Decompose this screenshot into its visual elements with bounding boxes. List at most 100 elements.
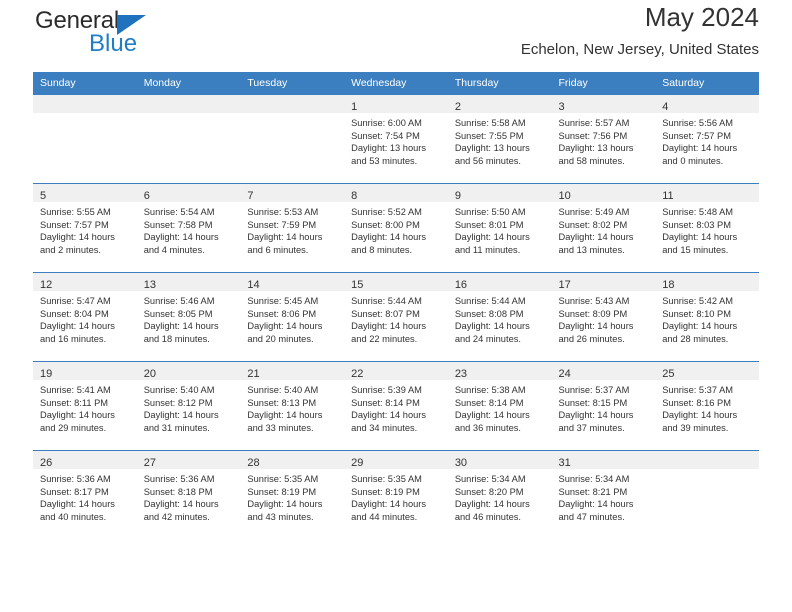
calendar-day-cell[interactable]: 29 Sunrise: 5:35 AM Sunset: 8:19 PM Dayligh… <box>344 450 448 540</box>
sunrise-time: Sunrise: 5:53 AM <box>247 207 319 217</box>
day-number: 17 <box>558 279 571 291</box>
day-number-band: 16 <box>447 273 552 291</box>
calendar-day-cell[interactable]: 22 Sunrise: 5:39 AM Sunset: 8:14 PM Dayligh… <box>344 361 448 451</box>
weekday-header-wednesday: Wednesday <box>351 77 407 89</box>
calendar-day-cell-empty <box>655 450 759 540</box>
daylight-duration-line1: Daylight: 14 hours <box>662 143 738 154</box>
calendar-day-cell[interactable]: 28 Sunrise: 5:35 AM Sunset: 8:19 PM Dayligh… <box>240 450 345 540</box>
sunset-time: Sunset: 8:09 PM <box>558 308 628 319</box>
daylight-duration-line2: and 28 minutes. <box>662 333 729 344</box>
day-number: 26 <box>40 457 53 469</box>
daylight-duration-line2: and 29 minutes. <box>40 422 107 433</box>
calendar-day-cell[interactable]: 26 Sunrise: 5:36 AM Sunset: 8:17 PM Dayligh… <box>33 450 137 540</box>
calendar-day-cell[interactable]: 21 Sunrise: 5:40 AM Sunset: 8:13 PM Dayligh… <box>240 361 345 451</box>
calendar-page: General Blue May 2024 Echelon, New Jerse… <box>0 0 792 612</box>
sunrise-time: Sunrise: 5:41 AM <box>40 385 111 395</box>
calendar-day-cell-empty <box>240 94 345 184</box>
day-details: Sunrise: 5:37 AM Sunset: 8:15 PM Daylight:… <box>552 380 656 434</box>
calendar-day-cell[interactable]: 19 Sunrise: 5:41 AM Sunset: 8:11 PM Dayligh… <box>33 361 137 451</box>
logo-text-blue: Blue <box>89 30 138 57</box>
calendar-day-cell-empty <box>136 94 241 184</box>
calendar-day-cell[interactable]: 14 Sunrise: 5:45 AM Sunset: 8:06 PM Dayligh… <box>240 272 345 362</box>
daylight-duration-line2: and 11 minutes. <box>454 244 521 255</box>
day-details: Sunrise: 5:45 AM Sunset: 8:06 PM Daylight:… <box>240 291 344 345</box>
calendar-day-cell[interactable]: 11 Sunrise: 5:48 AM Sunset: 8:03 PM Dayligh… <box>655 183 759 273</box>
day-details: Sunrise: 5:36 AM Sunset: 8:17 PM Daylight:… <box>33 469 137 523</box>
general-blue-logo[interactable]: General Blue <box>33 8 253 66</box>
calendar-day-cell[interactable]: 7 Sunrise: 5:53 AM Sunset: 7:59 PM Daylight… <box>240 183 345 273</box>
calendar-day-cell[interactable]: 30 Sunrise: 5:34 AM Sunset: 8:20 PM Dayligh… <box>447 450 552 540</box>
daylight-duration-line2: and 13 minutes. <box>558 244 625 255</box>
day-number-band: 8 <box>344 184 448 202</box>
day-number: 28 <box>247 457 260 469</box>
daylight-duration-line2: and 20 minutes. <box>247 333 314 344</box>
calendar-day-cell[interactable]: 16 Sunrise: 5:44 AM Sunset: 8:08 PM Dayligh… <box>447 272 552 362</box>
sunset-time: Sunset: 8:18 PM <box>143 486 213 497</box>
daylight-duration-line2: and 31 minutes. <box>143 422 210 433</box>
daylight-duration-line2: and 56 minutes. <box>454 155 521 166</box>
calendar-day-cell[interactable]: 6 Sunrise: 5:54 AM Sunset: 7:58 PM Daylight… <box>136 183 241 273</box>
daylight-duration-line1: Daylight: 13 hours <box>558 143 634 154</box>
calendar-day-cell[interactable]: 9 Sunrise: 5:50 AM Sunset: 8:01 PM Daylight… <box>447 183 552 273</box>
day-details: Sunrise: 5:55 AM Sunset: 7:57 PM Daylight:… <box>33 202 137 256</box>
day-details: Sunrise: 5:39 AM Sunset: 8:14 PM Daylight:… <box>344 380 448 434</box>
sunrise-time: Sunrise: 5:37 AM <box>558 385 630 395</box>
day-number-band: 27 <box>136 451 241 469</box>
calendar-day-cell[interactable]: 8 Sunrise: 5:52 AM Sunset: 8:00 PM Daylight… <box>344 183 448 273</box>
daylight-duration-line1: Daylight: 14 hours <box>247 232 323 243</box>
weekday-header-sunday: Sunday <box>40 77 76 89</box>
day-number-band <box>136 95 241 113</box>
sunrise-time: Sunrise: 5:44 AM <box>454 296 526 306</box>
calendar-day-cell[interactable]: 24 Sunrise: 5:37 AM Sunset: 8:15 PM Dayligh… <box>551 361 656 451</box>
calendar-day-cell[interactable]: 23 Sunrise: 5:38 AM Sunset: 8:14 PM Dayligh… <box>447 361 552 451</box>
calendar-day-cell[interactable]: 2 Sunrise: 5:58 AM Sunset: 7:55 PM Daylight… <box>447 94 552 184</box>
calendar-day-cell[interactable]: 20 Sunrise: 5:40 AM Sunset: 8:12 PM Dayligh… <box>136 361 241 451</box>
daylight-duration-line1: Daylight: 14 hours <box>558 232 634 243</box>
day-number-band: 12 <box>33 273 137 291</box>
calendar-day-cell[interactable]: 13 Sunrise: 5:46 AM Sunset: 8:05 PM Dayligh… <box>136 272 241 362</box>
day-number-band: 10 <box>551 184 656 202</box>
calendar-day-cell[interactable]: 10 Sunrise: 5:49 AM Sunset: 8:02 PM Dayligh… <box>551 183 656 273</box>
calendar-day-cell[interactable]: 3 Sunrise: 5:57 AM Sunset: 7:56 PM Daylight… <box>551 94 656 184</box>
day-number-band: 5 <box>33 184 137 202</box>
calendar-day-cell[interactable]: 12 Sunrise: 5:47 AM Sunset: 8:04 PM Dayligh… <box>33 272 137 362</box>
calendar-day-cell[interactable]: 4 Sunrise: 5:56 AM Sunset: 7:57 PM Daylight… <box>655 94 759 184</box>
weekday-header-thursday: Thursday <box>454 77 499 89</box>
sunset-time: Sunset: 7:58 PM <box>143 219 213 230</box>
day-details: Sunrise: 5:57 AM Sunset: 7:56 PM Daylight:… <box>552 113 656 167</box>
day-details: Sunrise: 6:00 AM Sunset: 7:54 PM Daylight:… <box>344 113 448 167</box>
daylight-duration-line1: Daylight: 14 hours <box>247 321 323 332</box>
calendar-day-cell[interactable]: 15 Sunrise: 5:44 AM Sunset: 8:07 PM Dayligh… <box>344 272 448 362</box>
sunrise-time: Sunrise: 5:35 AM <box>351 474 422 484</box>
daylight-duration-line2: and 44 minutes. <box>351 511 418 522</box>
daylight-duration-line1: Daylight: 14 hours <box>662 232 738 243</box>
sunset-time: Sunset: 8:19 PM <box>247 486 317 497</box>
sunrise-time: Sunrise: 5:55 AM <box>40 207 111 217</box>
daylight-duration-line1: Daylight: 14 hours <box>143 232 219 243</box>
sunset-time: Sunset: 8:04 PM <box>40 308 109 319</box>
daylight-duration-line1: Daylight: 14 hours <box>454 410 530 421</box>
calendar-day-cell[interactable]: 5 Sunrise: 5:55 AM Sunset: 7:57 PM Daylight… <box>33 183 137 273</box>
day-number-band: 25 <box>655 362 759 380</box>
day-number: 6 <box>143 190 150 202</box>
sunrise-time: Sunrise: 5:49 AM <box>558 207 630 217</box>
day-number: 14 <box>247 279 260 291</box>
calendar-day-cell[interactable]: 31 Sunrise: 5:34 AM Sunset: 8:21 PM Dayligh… <box>551 450 656 540</box>
calendar-day-cell[interactable]: 1 Sunrise: 6:00 AM Sunset: 7:54 PM Daylight… <box>344 94 448 184</box>
sunset-time: Sunset: 8:19 PM <box>351 486 420 497</box>
calendar-week-row: 26 Sunrise: 5:36 AM Sunset: 8:17 PM Dayligh… <box>33 450 759 540</box>
daylight-duration-line1: Daylight: 13 hours <box>454 143 530 154</box>
calendar-day-cell[interactable]: 17 Sunrise: 5:43 AM Sunset: 8:09 PM Dayligh… <box>551 272 656 362</box>
daylight-duration-line2: and 0 minutes. <box>662 155 724 166</box>
calendar-day-cell[interactable]: 18 Sunrise: 5:42 AM Sunset: 8:10 PM Dayligh… <box>655 272 759 362</box>
sunrise-time: Sunrise: 5:40 AM <box>247 385 319 395</box>
calendar-day-cell[interactable]: 27 Sunrise: 5:36 AM Sunset: 8:18 PM Dayligh… <box>136 450 241 540</box>
day-number-band: 21 <box>240 362 345 380</box>
sunrise-time: Sunrise: 5:36 AM <box>40 474 111 484</box>
calendar-day-cell[interactable]: 25 Sunrise: 5:37 AM Sunset: 8:16 PM Dayligh… <box>655 361 759 451</box>
day-number-band: 14 <box>240 273 345 291</box>
daylight-duration-line2: and 8 minutes. <box>351 244 413 255</box>
daylight-duration-line1: Daylight: 14 hours <box>247 499 323 510</box>
day-number: 3 <box>558 101 565 113</box>
day-number-band: 7 <box>240 184 345 202</box>
